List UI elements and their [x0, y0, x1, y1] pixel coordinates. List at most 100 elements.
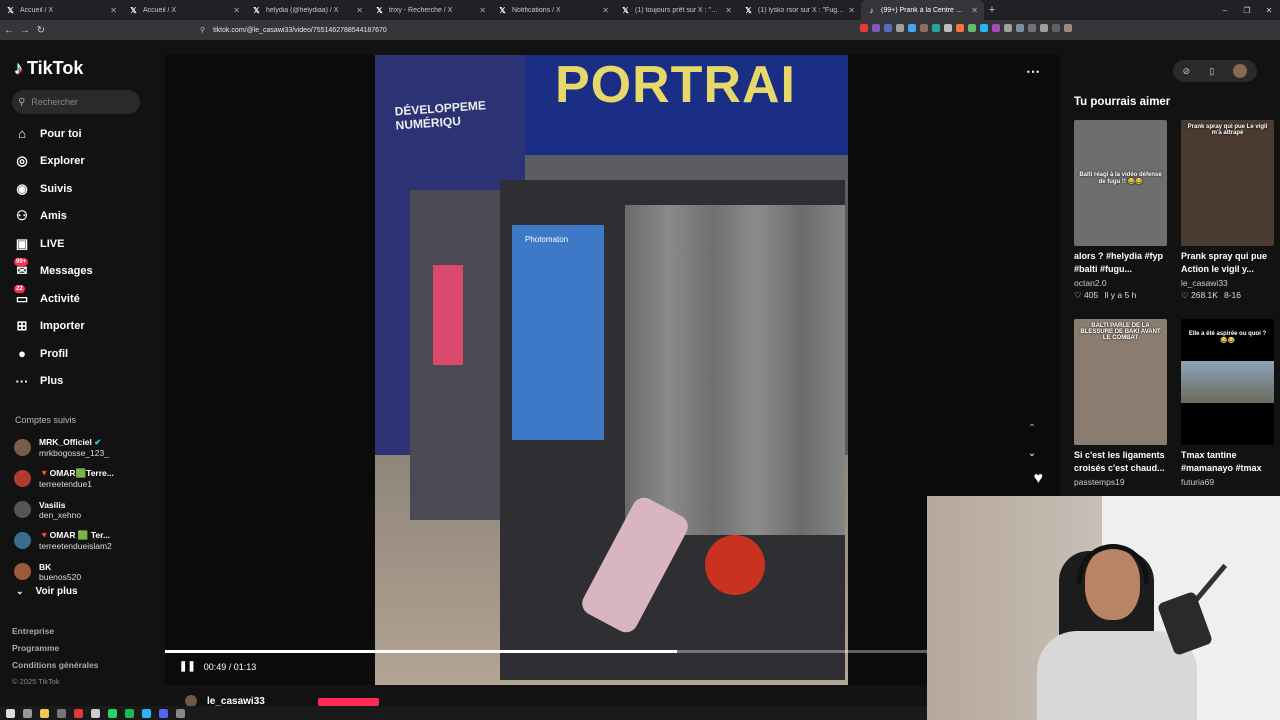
close-tab-icon[interactable]: ✕ — [110, 6, 117, 15]
extension-icon[interactable] — [956, 24, 964, 32]
user-avatar[interactable] — [1233, 64, 1248, 78]
taskbar-app-icon[interactable] — [176, 708, 185, 718]
followed-account[interactable]: MRK_Officiel ✔ mrkbogosse_123_ — [14, 432, 114, 463]
browser-taskbar-icon[interactable] — [74, 708, 83, 718]
browser-tab[interactable]: ♪ (99+) Prank à la Centre Comm ✕ — [861, 0, 984, 20]
tiktok-logo[interactable]: ♪ TikTok — [14, 58, 83, 79]
close-tab-icon[interactable]: ✕ — [233, 6, 240, 15]
coins-icon[interactable]: ⊘ — [1183, 66, 1191, 77]
reload-icon[interactable]: ↻ — [34, 20, 48, 40]
video-author-handle[interactable]: le_casawi33 — [1181, 278, 1275, 288]
close-tab-icon[interactable]: ✕ — [479, 6, 486, 15]
extension-icon[interactable] — [1064, 24, 1072, 32]
more-options-icon[interactable]: ⋯ — [1026, 63, 1040, 80]
nav-item-importer[interactable]: ⊞ Importer — [14, 313, 93, 341]
extension-icon[interactable] — [884, 24, 892, 32]
extension-icon[interactable] — [992, 24, 1000, 32]
close-tab-icon[interactable]: ✕ — [356, 6, 363, 15]
taskbar-app-icon[interactable] — [91, 708, 100, 718]
extension-icon[interactable] — [1016, 24, 1024, 32]
browser-tab[interactable]: 𝕏 (1) toujours prêt sur X : "AHAHAHA ✕ — [615, 0, 738, 20]
search-box[interactable]: ⚲ — [12, 90, 140, 114]
close-tab-icon[interactable]: ✕ — [602, 6, 609, 15]
search-taskbar-icon[interactable] — [23, 708, 32, 718]
recommended-video-card[interactable]: BALTI PARLE DE LA BLESSURE DE BAKI AVANT… — [1074, 319, 1168, 487]
back-icon[interactable]: ← — [2, 20, 16, 40]
footer-link-business[interactable]: Entreprise — [12, 626, 98, 643]
extension-icon[interactable] — [1040, 24, 1048, 32]
device-icon[interactable]: ▯ — [1209, 66, 1214, 77]
extension-icon[interactable] — [1028, 24, 1036, 32]
video-caption[interactable]: Tmax tantine #mamanayo #tmax — [1181, 449, 1275, 475]
nav-item-pour-toi[interactable]: ⌂ Pour toi — [14, 120, 93, 148]
browser-tab[interactable]: 𝕏 Notifications / X ✕ — [492, 0, 615, 20]
video-author-handle[interactable]: futuria69 — [1181, 477, 1275, 487]
recommended-video-card[interactable]: Elle a été aspirée ou quoi ? 😂😂 Tmax tant… — [1181, 319, 1275, 487]
file-explorer-icon[interactable] — [40, 708, 49, 718]
followed-account[interactable]: Vasilis den_xehno — [14, 494, 114, 525]
start-icon[interactable] — [6, 708, 15, 718]
pause-icon[interactable]: ❚❚ — [179, 661, 196, 672]
nav-item-plus[interactable]: ··· Plus — [14, 368, 93, 396]
search-icon[interactable]: ⚲ — [18, 97, 25, 108]
video-caption[interactable]: Si c'est les ligaments croisés c'est cha… — [1074, 449, 1168, 475]
address-bar[interactable]: ⚲ tiktok.com/@le_casawi33/video/75514627… — [200, 22, 760, 38]
recommended-video-card[interactable]: Prank spray qui pue Le vigil m'a attrapé… — [1181, 120, 1275, 301]
video-author-handle[interactable]: passtemps19 — [1074, 477, 1168, 487]
nav-item-messages[interactable]: ✉ Messages 99+ — [14, 257, 93, 286]
discord-icon[interactable] — [159, 708, 168, 718]
like-heart-icon[interactable]: ♥ — [1034, 470, 1044, 488]
extension-icon[interactable] — [1052, 24, 1060, 32]
browser-tab[interactable]: 𝕏 Accueil / X ✕ — [123, 0, 246, 20]
extension-icon[interactable] — [968, 24, 976, 32]
video-thumbnail[interactable]: Balti réagi à la vidéo défense de fugu !… — [1074, 120, 1167, 246]
new-tab-button[interactable]: + — [984, 2, 1000, 18]
close-tab-icon[interactable]: ✕ — [971, 6, 978, 15]
video-thumbnail[interactable]: BALTI PARLE DE LA BLESSURE DE BAKI AVANT… — [1074, 319, 1167, 445]
maximize-icon[interactable]: ❐ — [1236, 0, 1258, 20]
previous-video-icon[interactable]: ⌃ — [1024, 420, 1040, 436]
video-thumbnail[interactable]: Prank spray qui pue Le vigil m'a attrapé — [1181, 120, 1274, 246]
followed-account[interactable]: BK buenos520 — [14, 556, 114, 587]
follow-button[interactable] — [318, 698, 379, 706]
nav-item-live[interactable]: ▣ LIVE — [14, 230, 93, 258]
extension-icon[interactable] — [860, 24, 868, 32]
site-info-icon[interactable]: ⚲ — [200, 26, 205, 34]
browser-tab[interactable]: 𝕏 Accueil / X ✕ — [0, 0, 123, 20]
footer-link-terms[interactable]: Conditions générales — [12, 660, 98, 677]
extension-icon[interactable] — [944, 24, 952, 32]
search-input[interactable] — [31, 97, 132, 107]
video-thumbnail[interactable]: Elle a été aspirée ou quoi ? 😂😂 — [1181, 319, 1274, 445]
followed-account[interactable]: 🔻OMAR 🟩 Ter... terreetendueislam2 — [14, 525, 114, 556]
footer-link-program[interactable]: Programme — [12, 643, 98, 660]
nav-item-profil[interactable]: ● Profil — [14, 340, 93, 368]
browser-tab[interactable]: 𝕏helydia (@helydiaa) / X ✕ — [246, 0, 369, 20]
close-window-icon[interactable]: ✕ — [1258, 0, 1280, 20]
nav-item-activit-[interactable]: ▭ Activité 22 — [14, 285, 93, 313]
extension-icon[interactable] — [980, 24, 988, 32]
author-name[interactable]: le_casawi33 — [207, 696, 265, 707]
nav-item-amis[interactable]: ⚇ Amis — [14, 203, 93, 231]
video-frame[interactable]: DÉVELOPPEME NUMÉRIQU PORTRAI Photomaton — [375, 55, 848, 685]
nav-item-suivis[interactable]: ◉ Suivis — [14, 175, 93, 203]
extension-icon[interactable] — [932, 24, 940, 32]
minimize-icon[interactable]: – — [1214, 0, 1236, 20]
nav-item-explorer[interactable]: ◎ Explorer — [14, 148, 93, 176]
video-author-handle[interactable]: octan2.0 — [1074, 278, 1168, 288]
url-text[interactable]: tiktok.com/@le_casawi33/video/7551462788… — [213, 27, 387, 34]
browser-tab[interactable]: 𝕏trixy - Recherche / X ✕ — [369, 0, 492, 20]
video-caption[interactable]: alors ? #helydia #fyp #balti #fugu... — [1074, 250, 1168, 276]
extension-icon[interactable] — [1004, 24, 1012, 32]
video-progress-bar[interactable] — [165, 650, 928, 653]
taskbar-app-icon[interactable] — [57, 708, 66, 718]
close-tab-icon[interactable]: ✕ — [848, 6, 855, 15]
browser-tab[interactable]: 𝕏 (1) lysko rsor sur X : "Fugu quand il ✕ — [738, 0, 861, 20]
extension-icon[interactable] — [872, 24, 880, 32]
whatsapp-icon[interactable] — [108, 708, 117, 718]
forward-icon[interactable]: → — [18, 20, 32, 40]
extension-icon[interactable] — [896, 24, 904, 32]
recommended-video-card[interactable]: Balti réagi à la vidéo défense de fugu !… — [1074, 120, 1168, 301]
video-caption[interactable]: Prank spray qui pue Action le vigil y... — [1181, 250, 1275, 276]
see-more-button[interactable]: ⌄ Voir plus — [16, 586, 78, 597]
next-video-icon[interactable]: ⌄ — [1024, 445, 1040, 461]
